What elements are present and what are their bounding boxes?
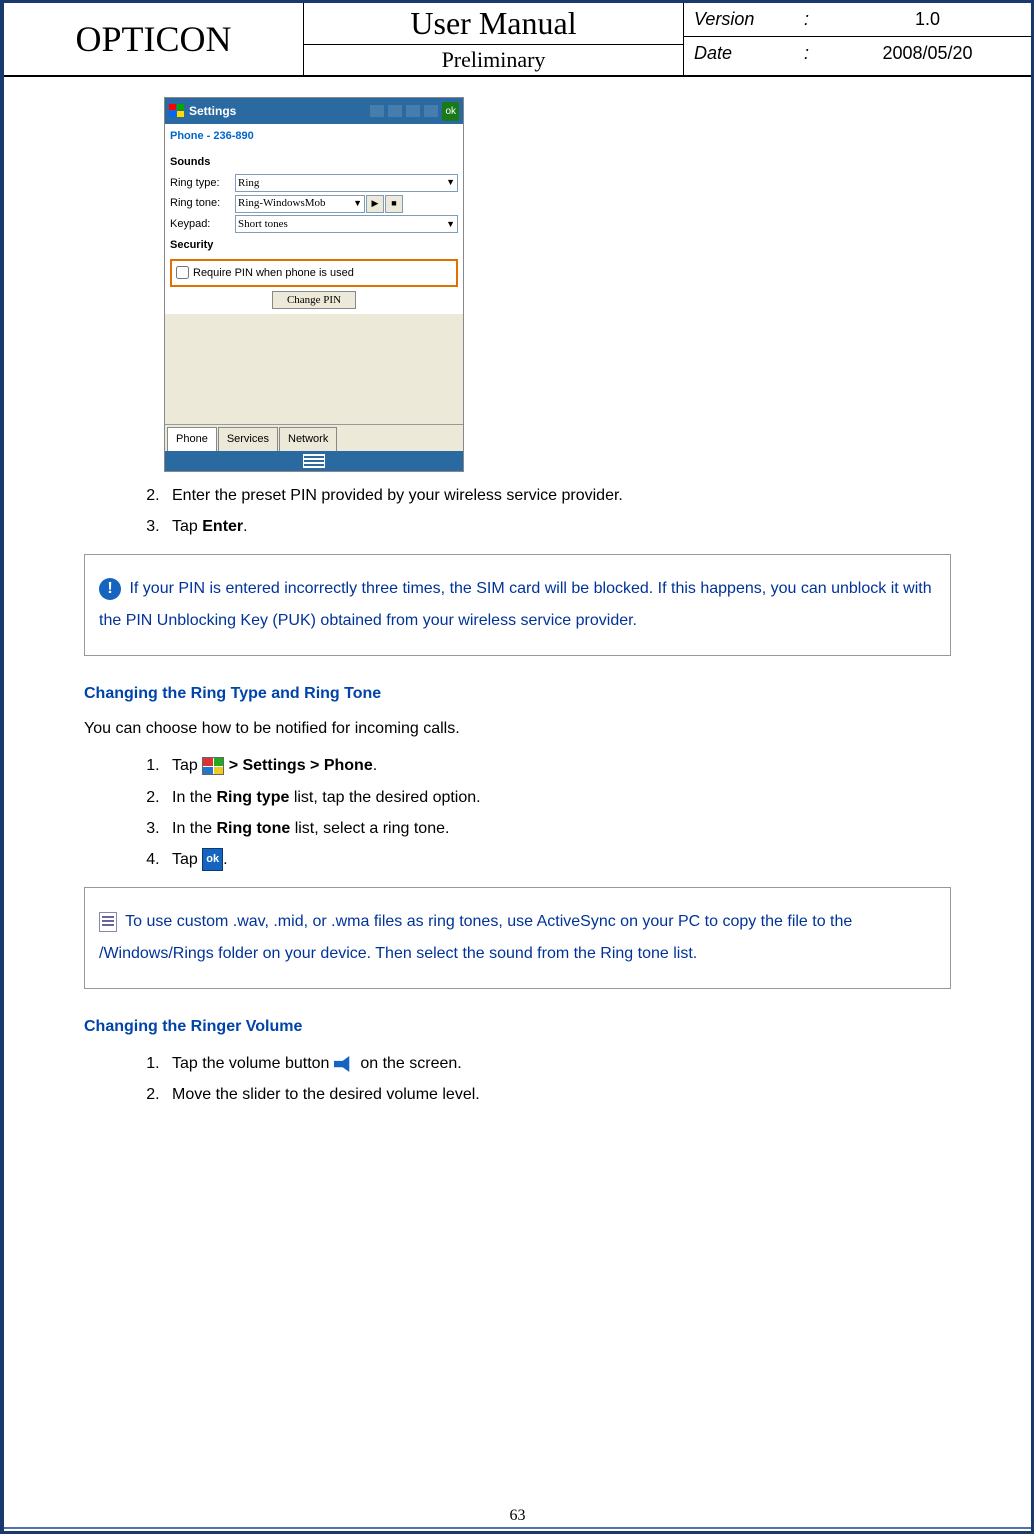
volume-step-1: Tap the volume button on the screen. — [164, 1050, 951, 1077]
ring-step-4: Tap ok. — [164, 846, 951, 873]
play-button[interactable]: ▶ — [366, 195, 384, 213]
connection-icon[interactable] — [388, 105, 402, 117]
security-heading: Security — [170, 236, 458, 255]
warning-text: If your PIN is entered incorrectly three… — [99, 580, 932, 629]
colon: : — [804, 43, 834, 64]
volume-steps: Tap the volume button on the screen. Mov… — [124, 1050, 951, 1108]
keypad-select[interactable]: Short tones▼ — [235, 215, 458, 233]
volume-step-2: Move the slider to the desired volume le… — [164, 1081, 951, 1108]
date-label: Date — [694, 43, 804, 64]
keyboard-icon[interactable] — [370, 105, 384, 117]
window-title: Settings — [189, 101, 236, 121]
phone-identifier: Phone - 236-890 — [165, 124, 463, 149]
sip-bar[interactable] — [165, 451, 463, 471]
ring-type-intro: You can choose how to be notified for in… — [84, 715, 951, 742]
require-pin-label: Require PIN when phone is used — [193, 264, 354, 283]
page-number: 63 — [4, 1507, 1031, 1525]
date-value: 2008/05/20 — [834, 43, 1021, 64]
version-value: 1.0 — [834, 9, 1021, 30]
step-3: Tap Enter. — [164, 513, 951, 540]
custom-ringtone-note: To use custom .wav, .mid, or .wma files … — [84, 887, 951, 989]
start-icon[interactable] — [169, 104, 185, 118]
step-2: Enter the preset PIN provided by your wi… — [164, 482, 951, 509]
doc-title: User Manual — [304, 3, 683, 45]
document-header: OPTICON User Manual Preliminary Version … — [4, 3, 1031, 77]
phone-settings-screenshot: Settings ok Phone - 236-890 Sounds Ring … — [164, 97, 464, 472]
ring-type-label: Ring type: — [170, 174, 235, 193]
ring-step-2: In the Ring type list, tap the desired o… — [164, 784, 951, 811]
footer-rule — [4, 1527, 1031, 1529]
warning-icon: ! — [99, 578, 121, 600]
ring-tone-select[interactable]: Ring-WindowsMob▼ — [235, 195, 365, 213]
ring-type-select[interactable]: Ring▼ — [235, 174, 458, 192]
require-pin-checkbox[interactable] — [176, 266, 189, 279]
ring-step-1: Tap > Settings > Phone. — [164, 752, 951, 779]
keyboard-icon[interactable] — [303, 454, 325, 468]
tab-services[interactable]: Services — [218, 427, 278, 451]
titlebar: Settings ok — [165, 98, 463, 124]
speaker-icon — [334, 1056, 356, 1072]
ring-step-3: In the Ring tone list, select a ring ton… — [164, 815, 951, 842]
version-label: Version — [694, 9, 804, 30]
pin-warning-note: ! If your PIN is entered incorrectly thr… — [84, 554, 951, 656]
document-icon — [99, 912, 117, 932]
start-icon — [202, 757, 224, 775]
ringer-volume-heading: Changing the Ringer Volume — [84, 1013, 951, 1040]
signal-icon[interactable] — [406, 105, 420, 117]
keypad-label: Keypad: — [170, 215, 235, 234]
pin-steps-list: Enter the preset PIN provided by your wi… — [124, 482, 951, 540]
ok-button[interactable]: ok — [442, 102, 459, 121]
tabs-bar: Phone Services Network — [165, 424, 463, 451]
ok-icon: ok — [202, 848, 223, 871]
ring-type-steps: Tap > Settings > Phone. In the Ring type… — [124, 752, 951, 873]
ring-type-heading: Changing the Ring Type and Ring Tone — [84, 680, 951, 707]
custom-ringtone-text: To use custom .wav, .mid, or .wma files … — [99, 913, 852, 962]
ring-tone-label: Ring tone: — [170, 194, 235, 213]
sounds-heading: Sounds — [170, 153, 458, 172]
colon: : — [804, 9, 834, 30]
stop-button[interactable]: ■ — [385, 195, 403, 213]
meta-column: Version : 1.0 Date : 2008/05/20 — [684, 3, 1031, 75]
doc-subtitle: Preliminary — [304, 45, 683, 75]
title-column: User Manual Preliminary — [304, 3, 684, 75]
require-pin-highlight: Require PIN when phone is used — [170, 259, 458, 288]
volume-icon[interactable] — [424, 105, 438, 117]
brand-name: OPTICON — [4, 3, 304, 75]
tab-network[interactable]: Network — [279, 427, 337, 451]
change-pin-button[interactable]: Change PIN — [272, 291, 356, 309]
tab-phone[interactable]: Phone — [167, 427, 217, 451]
